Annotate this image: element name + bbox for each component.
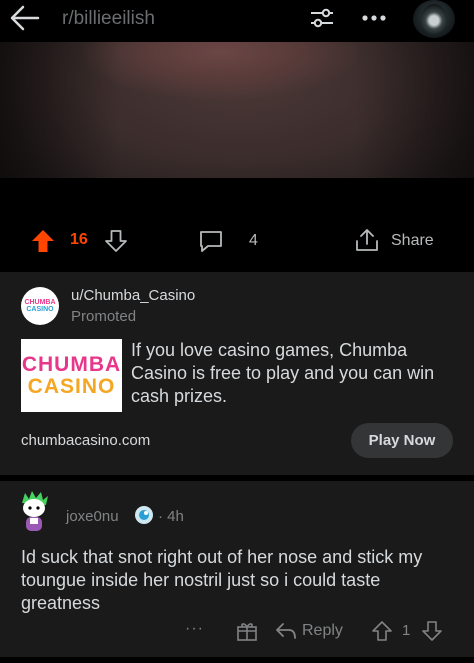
time-separator: · — [158, 508, 163, 525]
bottom-divider — [0, 657, 474, 663]
top-bar: r/billieeilish — [0, 0, 474, 40]
user-avatar[interactable] — [413, 0, 455, 38]
promoted-label: Promoted — [71, 308, 137, 325]
comment-downvote-icon[interactable] — [421, 620, 443, 642]
ad-text[interactable]: If you love casino games, Chumba Casino … — [131, 339, 451, 408]
filter-icon[interactable] — [309, 6, 335, 30]
comment-icon[interactable] — [198, 228, 224, 254]
ad-logo-line1: CHUMBA — [21, 352, 122, 376]
user-badge-icon — [135, 506, 153, 524]
reply-button[interactable]: Reply — [302, 622, 343, 640]
commenter-avatar[interactable] — [16, 489, 52, 535]
play-now-button[interactable]: Play Now — [351, 423, 453, 458]
share-icon[interactable] — [354, 227, 380, 253]
ad-domain-link[interactable]: chumbacasino.com — [21, 432, 150, 449]
upvote-count: 16 — [70, 231, 88, 248]
award-icon[interactable] — [236, 620, 258, 642]
post-action-bar: 16 4 Share — [0, 178, 474, 268]
reply-icon[interactable] — [275, 621, 297, 641]
ad-image[interactable]: CHUMBA CASINO — [21, 339, 122, 412]
comment-username[interactable]: joxe0nu — [66, 508, 119, 525]
comment-score: 1 — [402, 622, 411, 639]
comment-upvote-icon[interactable] — [371, 620, 393, 642]
upvote-icon[interactable] — [31, 229, 55, 253]
comment-count: 4 — [249, 232, 258, 249]
advertiser-username[interactable]: u/Chumba_Casino — [71, 287, 195, 304]
ad-logo-line2: CASINO — [27, 374, 116, 398]
back-arrow-icon[interactable] — [8, 2, 42, 34]
downvote-icon[interactable] — [104, 229, 128, 253]
advertiser-avatar[interactable]: CHUMBA CASINO — [21, 287, 59, 325]
comment-body: Id suck that snot right out of her nose … — [21, 547, 423, 613]
post-image[interactable] — [0, 42, 474, 178]
comment-card: joxe0nu · 4h Id suck that snot right out… — [0, 481, 474, 657]
more-options-icon[interactable] — [360, 6, 388, 30]
subreddit-title[interactable]: r/billieeilish — [62, 8, 155, 30]
time-value: 4h — [167, 508, 184, 525]
comment-time: · 4h — [158, 508, 184, 525]
share-button[interactable]: Share — [391, 232, 434, 250]
promoted-post[interactable]: CHUMBA CASINO u/Chumba_Casino Promoted C… — [0, 272, 474, 475]
comment-more-icon[interactable]: ··· — [185, 620, 204, 638]
